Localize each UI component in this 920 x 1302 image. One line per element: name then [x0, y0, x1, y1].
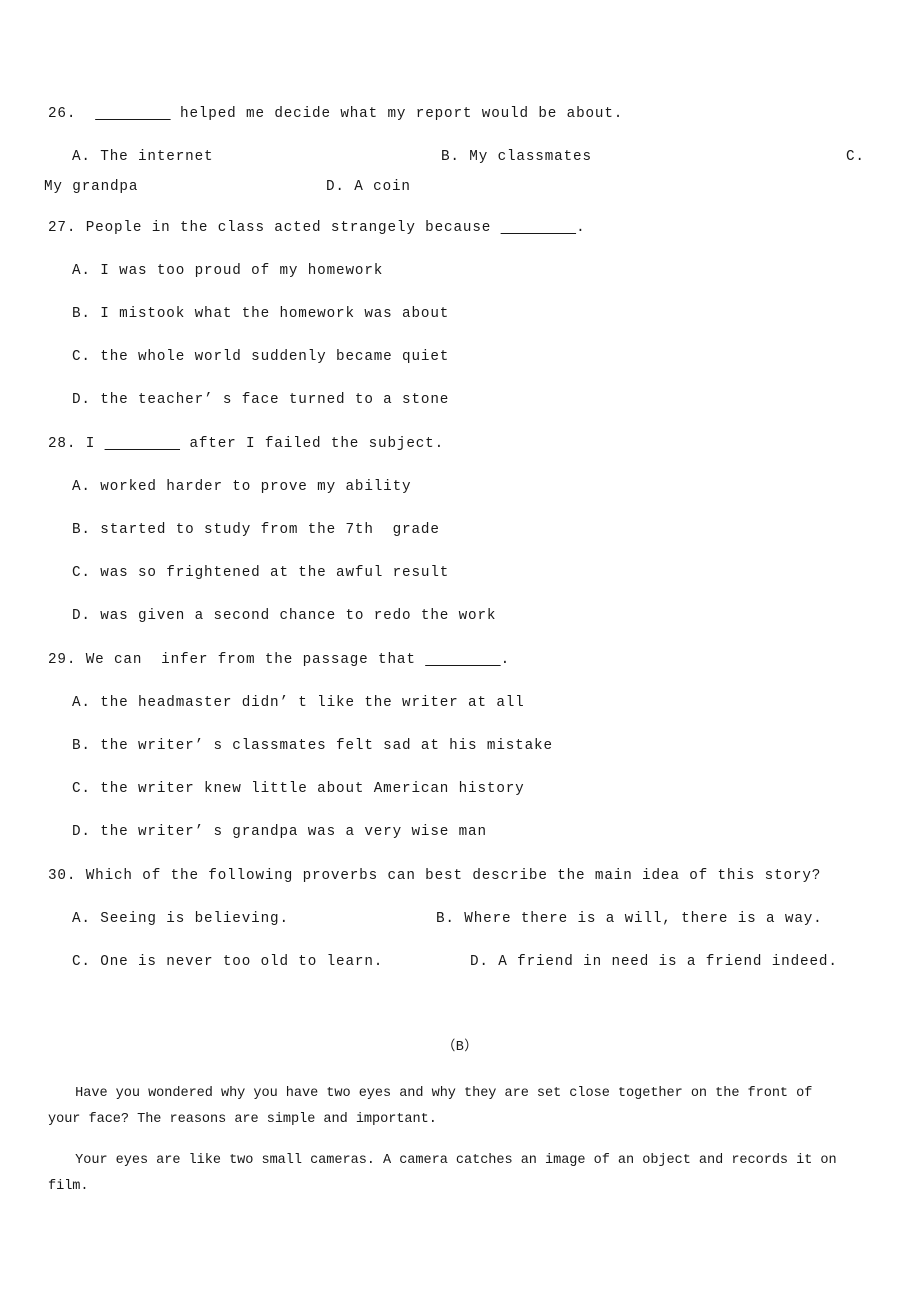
- passage-paragraph-2: Your eyes are like two small cameras. A …: [48, 1152, 837, 1194]
- answer-blank: [95, 106, 170, 122]
- question-30-option-b[interactable]: B. Where there is a will, there is a way…: [436, 912, 823, 927]
- question-29-option-b[interactable]: B. the writer’ s classmates felt sad at …: [72, 739, 553, 754]
- question-29-stem: 29. We can infer from the passage that .: [48, 652, 511, 668]
- question-29-option-a[interactable]: A. the headmaster didn’ t like the write…: [72, 696, 525, 711]
- question-26-option-d[interactable]: D. A coin: [326, 180, 411, 195]
- passage-paragraph-1: Have you wondered why you have two eyes …: [48, 1085, 813, 1127]
- question-26-option-c-marker[interactable]: C.: [846, 150, 865, 165]
- question-28-option-c[interactable]: C. was so frightened at the awful result: [72, 566, 449, 581]
- question-30-option-c[interactable]: C. One is never too old to learn.: [72, 955, 383, 970]
- question-30-option-d[interactable]: D. A friend in need is a friend indeed.: [470, 955, 838, 970]
- answer-blank: [501, 220, 576, 236]
- question-27-option-a[interactable]: A. I was too proud of my homework: [72, 264, 383, 279]
- question-26-stem: 26. helped me decide what my report woul…: [48, 106, 624, 122]
- question-26-option-c-text[interactable]: My grandpa: [44, 180, 138, 195]
- question-30-stem: 30. Which of the following proverbs can …: [48, 868, 822, 884]
- question-26-option-a[interactable]: A. The internet: [72, 150, 213, 165]
- question-27-stem: 27. People in the class acted strangely …: [48, 220, 586, 236]
- question-27-option-c[interactable]: C. the whole world suddenly became quiet: [72, 350, 449, 365]
- exam-page: 26. helped me decide what my report woul…: [0, 0, 920, 1302]
- question-30-option-a[interactable]: A. Seeing is believing.: [72, 912, 289, 927]
- question-26-option-b[interactable]: B. My classmates: [441, 150, 592, 165]
- question-27-option-b[interactable]: B. I mistook what the homework was about: [72, 307, 449, 322]
- question-29-option-c[interactable]: C. the writer knew little about American…: [72, 782, 525, 797]
- question-28-option-d[interactable]: D. was given a second chance to redo the…: [72, 609, 496, 624]
- question-28-option-b[interactable]: B. started to study from the 7th grade: [72, 523, 440, 538]
- question-28-stem: 28. I after I failed the subject.: [48, 436, 445, 452]
- answer-blank: [105, 436, 180, 452]
- answer-blank: [425, 652, 500, 668]
- question-29-option-d[interactable]: D. the writer’ s grandpa was a very wise…: [72, 825, 487, 840]
- section-label-b: （B）: [441, 1040, 479, 1055]
- question-27-option-d[interactable]: D. the teacher’ s face turned to a stone: [72, 393, 449, 408]
- question-28-option-a[interactable]: A. worked harder to prove my ability: [72, 480, 411, 495]
